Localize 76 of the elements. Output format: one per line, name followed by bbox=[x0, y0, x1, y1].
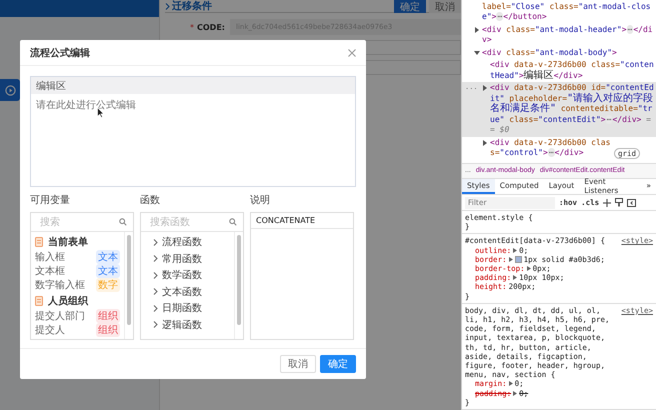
chevron-right-icon bbox=[165, 2, 170, 10]
expand-triangle-icon[interactable] bbox=[482, 85, 488, 92]
variable-item[interactable]: 提交人部门 组织 bbox=[35, 308, 120, 323]
function-category-name: 流程函数 bbox=[162, 236, 202, 250]
modal-title: 流程公式编辑 bbox=[30, 46, 90, 60]
collapse-triangle-icon[interactable] bbox=[474, 50, 480, 56]
chevron-right-icon bbox=[153, 238, 158, 246]
dom-tree-row[interactable]: label="Close" class="ant-modal-close">⋯</button> bbox=[462, 0, 656, 24]
variable-name: 数字输入框 bbox=[35, 278, 85, 292]
dom-tree-row[interactable]: <div class="ant-modal-header">⋯</div> bbox=[462, 24, 656, 47]
html-element-text: <div data-v-273d6b00 id="contentEdit" placeholder="请输入对应的字段名和满足条件" contenteditable="true" class="contentEdit">⋯</div> == $0 bbox=[490, 83, 654, 136]
sidebar-toggle-icon[interactable] bbox=[627, 198, 636, 207]
scrollbar-thumb[interactable] bbox=[127, 235, 131, 325]
column-label: 函数 bbox=[140, 194, 161, 207]
function-category[interactable]: 流程函数 bbox=[145, 234, 230, 250]
side-tab[interactable] bbox=[0, 79, 20, 101]
group-title: 人员组织 bbox=[48, 294, 88, 308]
close-icon[interactable] bbox=[348, 48, 356, 56]
type-tag: 文本 bbox=[96, 264, 120, 278]
function-category-name: 日期函数 bbox=[162, 302, 202, 316]
function-category[interactable]: 逻辑函数 bbox=[145, 316, 230, 333]
search-icon[interactable] bbox=[119, 218, 127, 226]
function-category-name: 文本函数 bbox=[162, 286, 202, 299]
required-mark: * bbox=[190, 22, 194, 32]
group-title: 当前表单 bbox=[48, 236, 88, 250]
expand-triangle-icon[interactable] bbox=[513, 275, 518, 280]
column-label: 可用变量 bbox=[30, 194, 71, 207]
variable-name: 输入框 bbox=[35, 250, 65, 264]
chevron-right-icon bbox=[153, 288, 158, 296]
html-element-text: <div data-v-273d6b00 class="contentHead">编辑区</div> bbox=[490, 60, 654, 82]
editor-heading: 编辑区 bbox=[31, 77, 355, 94]
variable-name: 提交人部门 bbox=[35, 310, 85, 323]
type-tag: 组织 bbox=[96, 322, 120, 337]
variable-name: 提交人 bbox=[35, 324, 65, 337]
variable-item[interactable]: 提交人 组织 bbox=[35, 322, 120, 337]
cancel-button[interactable]: 取消 bbox=[280, 355, 316, 373]
expand-triangle-icon[interactable] bbox=[526, 266, 531, 272]
dom-tree-row[interactable]: <div data-v-273d6b00 class="contentHead">编辑区</div> bbox=[462, 59, 656, 82]
html-element-text: <div data-v-273d6b00 class="control">⋯</div> bbox=[490, 138, 612, 159]
expand-triangle-icon[interactable] bbox=[474, 26, 480, 33]
paint-brush-icon[interactable] bbox=[615, 198, 624, 208]
html-element-text: <div class="ant-modal-header">⋯</div> bbox=[482, 24, 654, 46]
variable-item[interactable]: 数字输入框 数字 bbox=[35, 278, 120, 293]
function-category-name: 数学函数 bbox=[162, 269, 202, 282]
function-category[interactable]: 数学函数 bbox=[145, 267, 230, 284]
plus-icon[interactable] bbox=[603, 198, 612, 207]
search-icon[interactable] bbox=[229, 218, 237, 226]
variable-name: 文本框 bbox=[35, 264, 65, 278]
code-label: CODE: bbox=[197, 22, 226, 32]
type-tag: 数字 bbox=[96, 278, 120, 292]
type-tag: 组织 bbox=[96, 308, 120, 323]
function-category[interactable]: 日期函数 bbox=[145, 300, 230, 316]
chevron-right-icon bbox=[153, 304, 158, 312]
html-element-text: label="Close" class="ant-modal-close">⋯</button> bbox=[482, 2, 652, 23]
function-category[interactable]: 文本函数 bbox=[145, 284, 230, 300]
chevron-right-icon bbox=[153, 321, 158, 328]
section-title-text: 迁移条件 bbox=[172, 0, 212, 13]
expand-triangle-icon[interactable] bbox=[482, 140, 488, 146]
chevron-right-icon bbox=[153, 272, 158, 279]
form-icon bbox=[35, 237, 43, 248]
function-category-name: 常用函数 bbox=[162, 252, 202, 266]
variable-item[interactable]: 输入框 文本 bbox=[35, 250, 120, 264]
play-circle-icon bbox=[4, 84, 16, 96]
function-category[interactable]: 常用函数 bbox=[145, 250, 230, 267]
confirm-button[interactable]: 确定 bbox=[320, 355, 356, 373]
html-element-text: <div class="ant-modal-body"> bbox=[482, 48, 618, 58]
column-label: 说明 bbox=[250, 194, 271, 207]
scrollbar-thumb[interactable] bbox=[237, 235, 241, 325]
variable-item[interactable]: 文本框 文本 bbox=[35, 264, 120, 278]
function-name: CONCATENATE bbox=[251, 213, 353, 229]
color-swatch[interactable] bbox=[514, 256, 522, 263]
dom-tree-row[interactable]: <div class="ant-modal-body"> bbox=[462, 46, 656, 60]
chevron-right-icon bbox=[153, 255, 158, 262]
type-tag: 文本 bbox=[96, 250, 120, 264]
form-icon bbox=[35, 296, 43, 306]
function-category-name: 逻辑函数 bbox=[162, 318, 202, 332]
